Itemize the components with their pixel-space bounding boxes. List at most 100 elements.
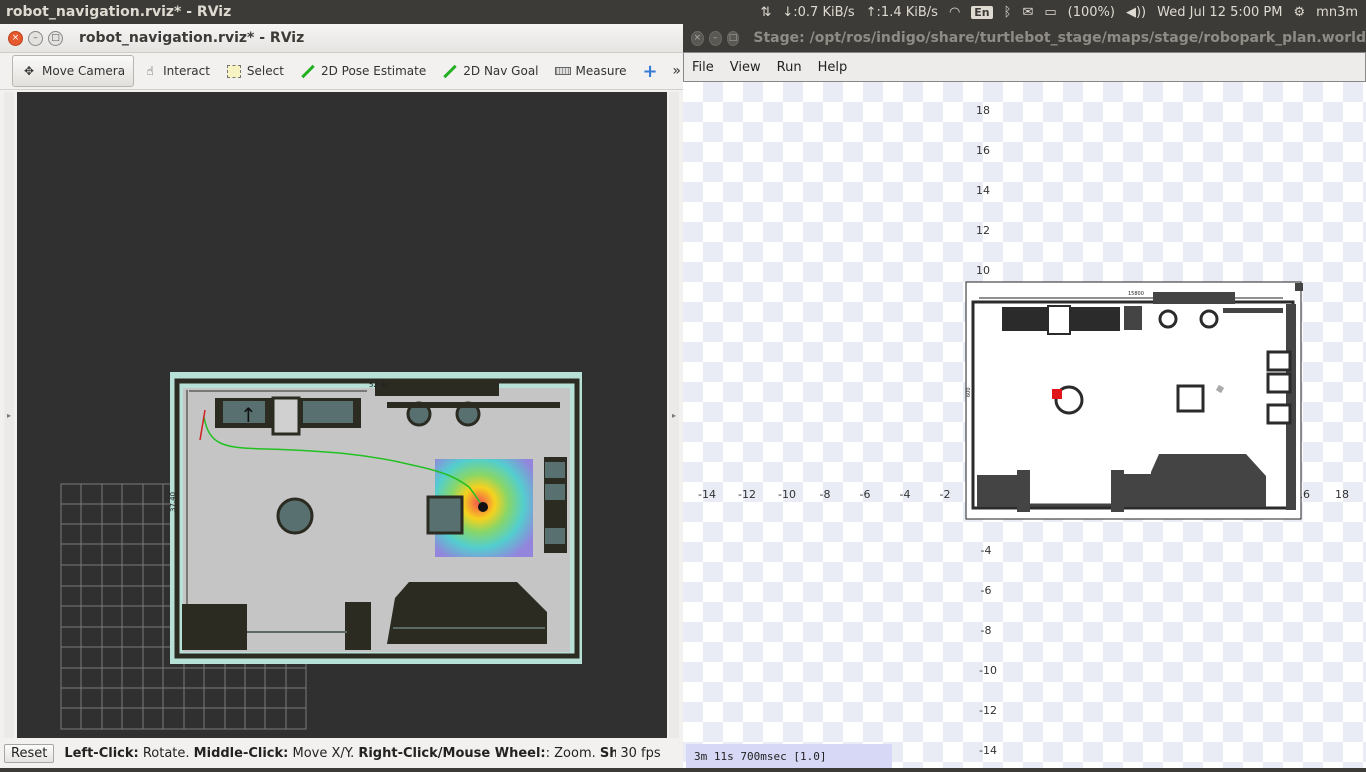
stage-menubar: File View Run Help — [683, 52, 1366, 82]
user-name[interactable]: mn3m — [1316, 5, 1358, 20]
menu-file[interactable]: File — [684, 60, 722, 75]
x-tick: -6 — [860, 488, 871, 501]
keyboard-layout-indicator[interactable]: En — [971, 5, 993, 19]
x-tick: -14 — [698, 488, 716, 501]
hint-key: Right-Click/Mouse Wheel: — [358, 745, 546, 761]
bluetooth-icon[interactable]: ᛒ — [1004, 5, 1012, 20]
ruler-icon — [554, 63, 571, 79]
close-icon[interactable]: × — [691, 30, 704, 46]
y-tick: 14 — [976, 184, 990, 197]
mail-icon[interactable]: ✉ — [1022, 5, 1033, 20]
stage-height-dimension: 600 — [966, 387, 972, 397]
menu-help[interactable]: Help — [810, 60, 856, 75]
rviz-toolbar: ✥ Move Camera ☝ Interact Select 2D Pose … — [0, 53, 683, 90]
y-tick: -12 — [979, 704, 997, 717]
rviz-3d-viewport[interactable]: ↑ 52.40 37.40 — [17, 92, 667, 738]
hint-text: : Zoom. — [545, 745, 600, 761]
pose-estimate-tool[interactable]: 2D Pose Estimate — [292, 56, 434, 86]
rviz-window-title: robot_navigation.rviz* - RViz — [79, 30, 305, 46]
minimize-icon[interactable]: – — [28, 30, 43, 46]
y-tick: -4 — [981, 544, 992, 557]
x-tick: -4 — [900, 488, 911, 501]
map-height-dimension: 37.40 — [169, 492, 177, 512]
x-tick: -2 — [940, 488, 951, 501]
green-arrow-icon — [442, 63, 458, 79]
fps-counter: 30 fps — [620, 745, 661, 761]
table-obstacle — [426, 495, 464, 535]
toolbar-overflow-button[interactable]: » — [672, 63, 681, 79]
mouse-hint-text: Left-Click: Rotate. Middle-Click: Move X… — [64, 746, 616, 761]
stage-robot — [1052, 389, 1062, 399]
measure-tool[interactable]: Measure — [547, 56, 635, 86]
simulation-time: 3m 11s 700msec [1.0] — [686, 744, 892, 768]
maximize-icon[interactable]: □ — [726, 30, 740, 46]
y-tick: -8 — [981, 624, 992, 637]
y-tick: -14 — [979, 744, 997, 757]
x-tick: -12 — [738, 488, 756, 501]
stage-world-map: 15800 600 — [965, 281, 1303, 520]
green-arrow-icon — [300, 63, 316, 79]
map-width-dimension: 52.40 — [369, 381, 389, 389]
hint-key: Shif — [599, 745, 617, 761]
robot-marker — [478, 502, 488, 512]
tool-label: 2D Pose Estimate — [320, 64, 427, 78]
menu-run[interactable]: Run — [769, 60, 810, 75]
tool-label: Move Camera — [42, 64, 126, 78]
close-icon[interactable]: × — [8, 30, 23, 46]
x-tick: -10 — [778, 488, 796, 501]
up-arrow-glyph: ↑ — [240, 403, 257, 427]
clock[interactable]: Wed Jul 12 5:00 PM — [1157, 5, 1282, 20]
select-icon — [226, 63, 242, 79]
rviz-titlebar[interactable]: × – □ robot_navigation.rviz* - RViz — [0, 24, 683, 53]
hand-icon: ☝ — [146, 64, 154, 78]
battery-percent[interactable]: (100%) — [1068, 5, 1115, 20]
y-tick: -6 — [981, 584, 992, 597]
stage-window: × – □ Stage: /opt/ros/indigo/share/turtl… — [683, 24, 1366, 768]
y-tick: 18 — [976, 104, 990, 117]
battery-icon[interactable]: ▭ — [1044, 5, 1056, 20]
network-transfer-icon[interactable]: ⇅ — [760, 5, 771, 20]
stage-scene: 18 16 14 12 10 8 6 4 2 -2 -4 -6 -8 -10 -… — [698, 104, 1349, 757]
tool-label: Select — [246, 64, 284, 78]
net-up-speed: ↑:1.4 KiB/s — [865, 4, 938, 20]
plus-icon: + — [642, 60, 658, 82]
select-tool[interactable]: Select — [218, 56, 292, 86]
rviz-status-bar: Reset Left-Click: Rotate. Middle-Click: … — [0, 738, 683, 768]
gear-icon[interactable]: ⚙ — [1294, 5, 1306, 20]
rviz-window: × – □ robot_navigation.rviz* - RViz ✥ Mo… — [0, 24, 683, 768]
y-tick: 10 — [976, 264, 990, 277]
add-tool-button[interactable]: + — [635, 56, 666, 86]
active-window-title: robot_navigation.rviz* - RViz — [6, 4, 232, 20]
x-tick: -8 — [820, 488, 831, 501]
wifi-icon[interactable]: ◠ — [949, 5, 960, 20]
tool-label: Measure — [575, 64, 627, 78]
interact-tool[interactable]: ☝ Interact — [134, 56, 218, 86]
stage-world-canvas[interactable]: 18 16 14 12 10 8 6 4 2 -2 -4 -6 -8 -10 -… — [683, 82, 1366, 768]
menu-view[interactable]: View — [722, 60, 769, 75]
move-camera-icon: ✥ — [23, 64, 35, 78]
y-tick: 16 — [976, 144, 990, 157]
volume-icon[interactable]: ◀)) — [1126, 5, 1146, 20]
stage-titlebar[interactable]: × – □ Stage: /opt/ros/indigo/share/turtl… — [683, 24, 1366, 52]
y-tick: 12 — [976, 224, 990, 237]
x-tick: 18 — [1335, 488, 1349, 501]
rviz-scene: ↑ 52.40 37.40 — [60, 372, 582, 730]
stage-window-title: Stage: /opt/ros/indigo/share/turtlebot_s… — [753, 30, 1366, 46]
minimize-icon[interactable]: – — [708, 30, 722, 46]
system-top-panel: robot_navigation.rviz* - RViz ⇅ ↓:0.7 Ki… — [0, 0, 1366, 24]
hint-text: Move X/Y. — [288, 745, 359, 761]
hint-key: Left-Click: — [64, 745, 139, 761]
right-panel-handle[interactable]: ▸ — [669, 92, 679, 738]
y-tick: -10 — [979, 664, 997, 677]
maximize-icon[interactable]: □ — [48, 30, 63, 46]
hint-text: Rotate. — [138, 745, 194, 761]
hint-key: Middle-Click: — [193, 745, 289, 761]
move-camera-tool[interactable]: ✥ Move Camera — [12, 55, 135, 87]
tool-label: Interact — [163, 64, 210, 78]
tool-label: 2D Nav Goal — [463, 64, 539, 78]
net-down-speed: ↓:0.7 KiB/s — [782, 4, 855, 20]
left-panel-handle[interactable]: ▸ — [4, 92, 14, 738]
nav-goal-tool[interactable]: 2D Nav Goal — [434, 56, 546, 86]
stage-width-dimension: 15800 — [1128, 291, 1144, 297]
reset-button[interactable]: Reset — [4, 743, 55, 763]
